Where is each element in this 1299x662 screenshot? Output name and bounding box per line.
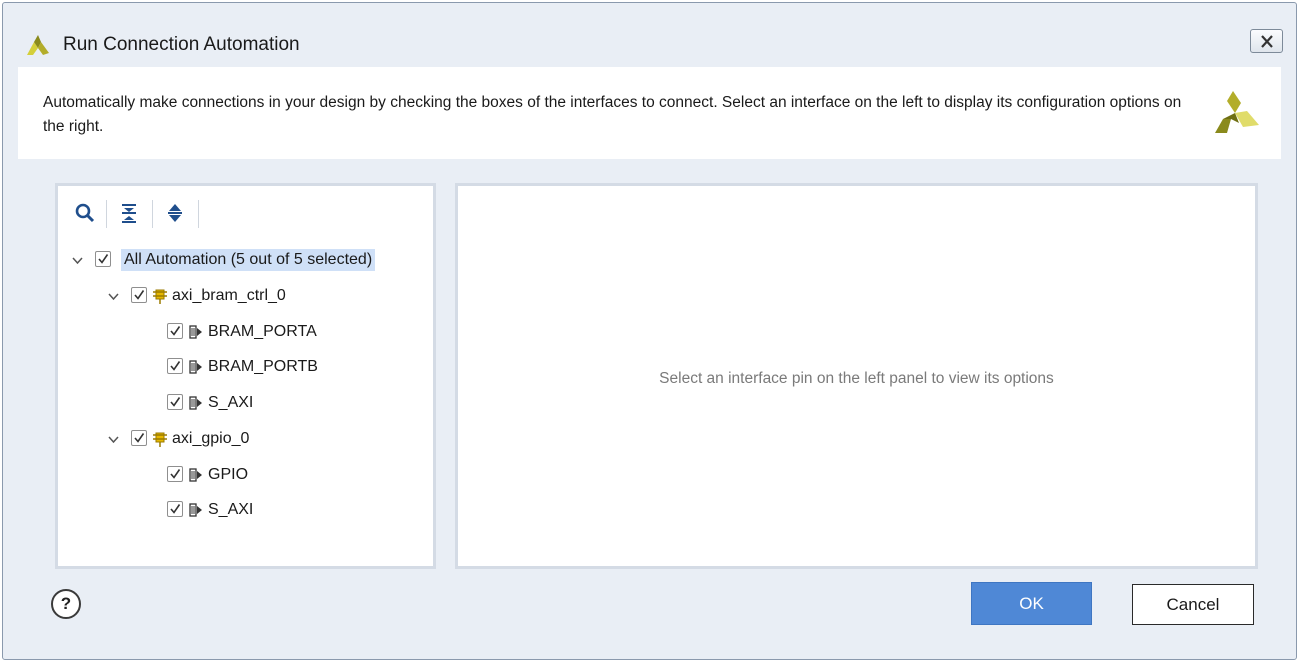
tree-ip-row[interactable]: axi_gpio_0	[58, 425, 433, 455]
interface-pin-icon	[189, 360, 202, 374]
xilinx-logo-icon	[1215, 91, 1259, 133]
tree-interface-row[interactable]: S_AXI	[58, 496, 433, 526]
ip-label[interactable]: axi_gpio_0	[172, 429, 249, 449]
help-button[interactable]: ?	[51, 589, 81, 619]
ip-checkbox[interactable]	[131, 287, 147, 303]
checkmark-icon	[134, 433, 145, 443]
search-icon[interactable]	[74, 202, 96, 224]
checkmark-icon	[170, 469, 181, 479]
chevron-down-icon[interactable]	[108, 291, 119, 302]
interface-checkbox[interactable]	[167, 501, 183, 517]
checkmark-icon	[170, 361, 181, 371]
title-bar: Run Connection Automation	[3, 3, 1296, 67]
all-automation-checkbox[interactable]	[95, 251, 111, 267]
tree-ip-row[interactable]: axi_bram_ctrl_0	[58, 282, 433, 312]
collapse-all-icon[interactable]	[118, 202, 140, 224]
all-automation-label[interactable]: All Automation (5 out of 5 selected)	[121, 249, 376, 271]
dialog-title: Run Connection Automation	[63, 34, 300, 55]
banner-description: Automatically make connections in your d…	[43, 94, 1182, 135]
interface-label[interactable]: S_AXI	[208, 393, 253, 413]
interface-checkbox[interactable]	[167, 323, 183, 339]
options-panel: Select an interface pin on the left pane…	[455, 183, 1258, 569]
cancel-button[interactable]: Cancel	[1132, 584, 1254, 625]
vivado-logo-icon	[27, 35, 49, 55]
tree-interface-row[interactable]: BRAM_PORTB	[58, 353, 433, 383]
ok-button[interactable]: OK	[971, 582, 1092, 625]
interface-checkbox[interactable]	[167, 394, 183, 410]
ip-block-icon	[153, 432, 167, 447]
tree-toolbar	[58, 186, 433, 242]
interface-checkbox[interactable]	[167, 466, 183, 482]
interface-label[interactable]: BRAM_PORTB	[208, 357, 318, 377]
interface-label[interactable]: BRAM_PORTA	[208, 322, 317, 342]
checkmark-icon	[170, 504, 181, 514]
ip-checkbox[interactable]	[131, 430, 147, 446]
interface-pin-icon	[189, 468, 202, 482]
checkmark-icon	[170, 397, 181, 407]
ip-block-icon	[153, 289, 167, 304]
close-icon	[1261, 35, 1273, 48]
interface-label[interactable]: S_AXI	[208, 500, 253, 520]
tree-interface-row[interactable]: BRAM_PORTA	[58, 318, 433, 348]
interface-label[interactable]: GPIO	[208, 465, 248, 485]
dialog-window: Run Connection Automation Automatically …	[2, 2, 1297, 660]
tree-interface-row[interactable]: S_AXI	[58, 389, 433, 419]
expand-all-icon[interactable]	[164, 202, 186, 224]
tree-root-row[interactable]: All Automation (5 out of 5 selected)	[58, 246, 433, 276]
description-banner: Automatically make connections in your d…	[18, 67, 1281, 159]
ip-label[interactable]: axi_bram_ctrl_0	[172, 286, 286, 306]
chevron-down-icon[interactable]	[72, 255, 83, 266]
interface-pin-icon	[189, 503, 202, 517]
checkmark-icon	[170, 326, 181, 336]
toolbar-separator	[106, 200, 107, 228]
toolbar-separator	[152, 200, 153, 228]
interface-checkbox[interactable]	[167, 358, 183, 374]
interface-pin-icon	[189, 396, 202, 410]
interface-pin-icon	[189, 325, 202, 339]
toolbar-separator	[198, 200, 199, 228]
tree-interface-row[interactable]: GPIO	[58, 461, 433, 491]
checkmark-icon	[134, 290, 145, 300]
close-button[interactable]	[1250, 29, 1283, 53]
options-placeholder-text: Select an interface pin on the left pane…	[659, 370, 1054, 387]
chevron-down-icon[interactable]	[108, 434, 119, 445]
checkmark-icon	[98, 254, 109, 264]
interface-tree-panel: All Automation (5 out of 5 selected) axi…	[55, 183, 436, 569]
